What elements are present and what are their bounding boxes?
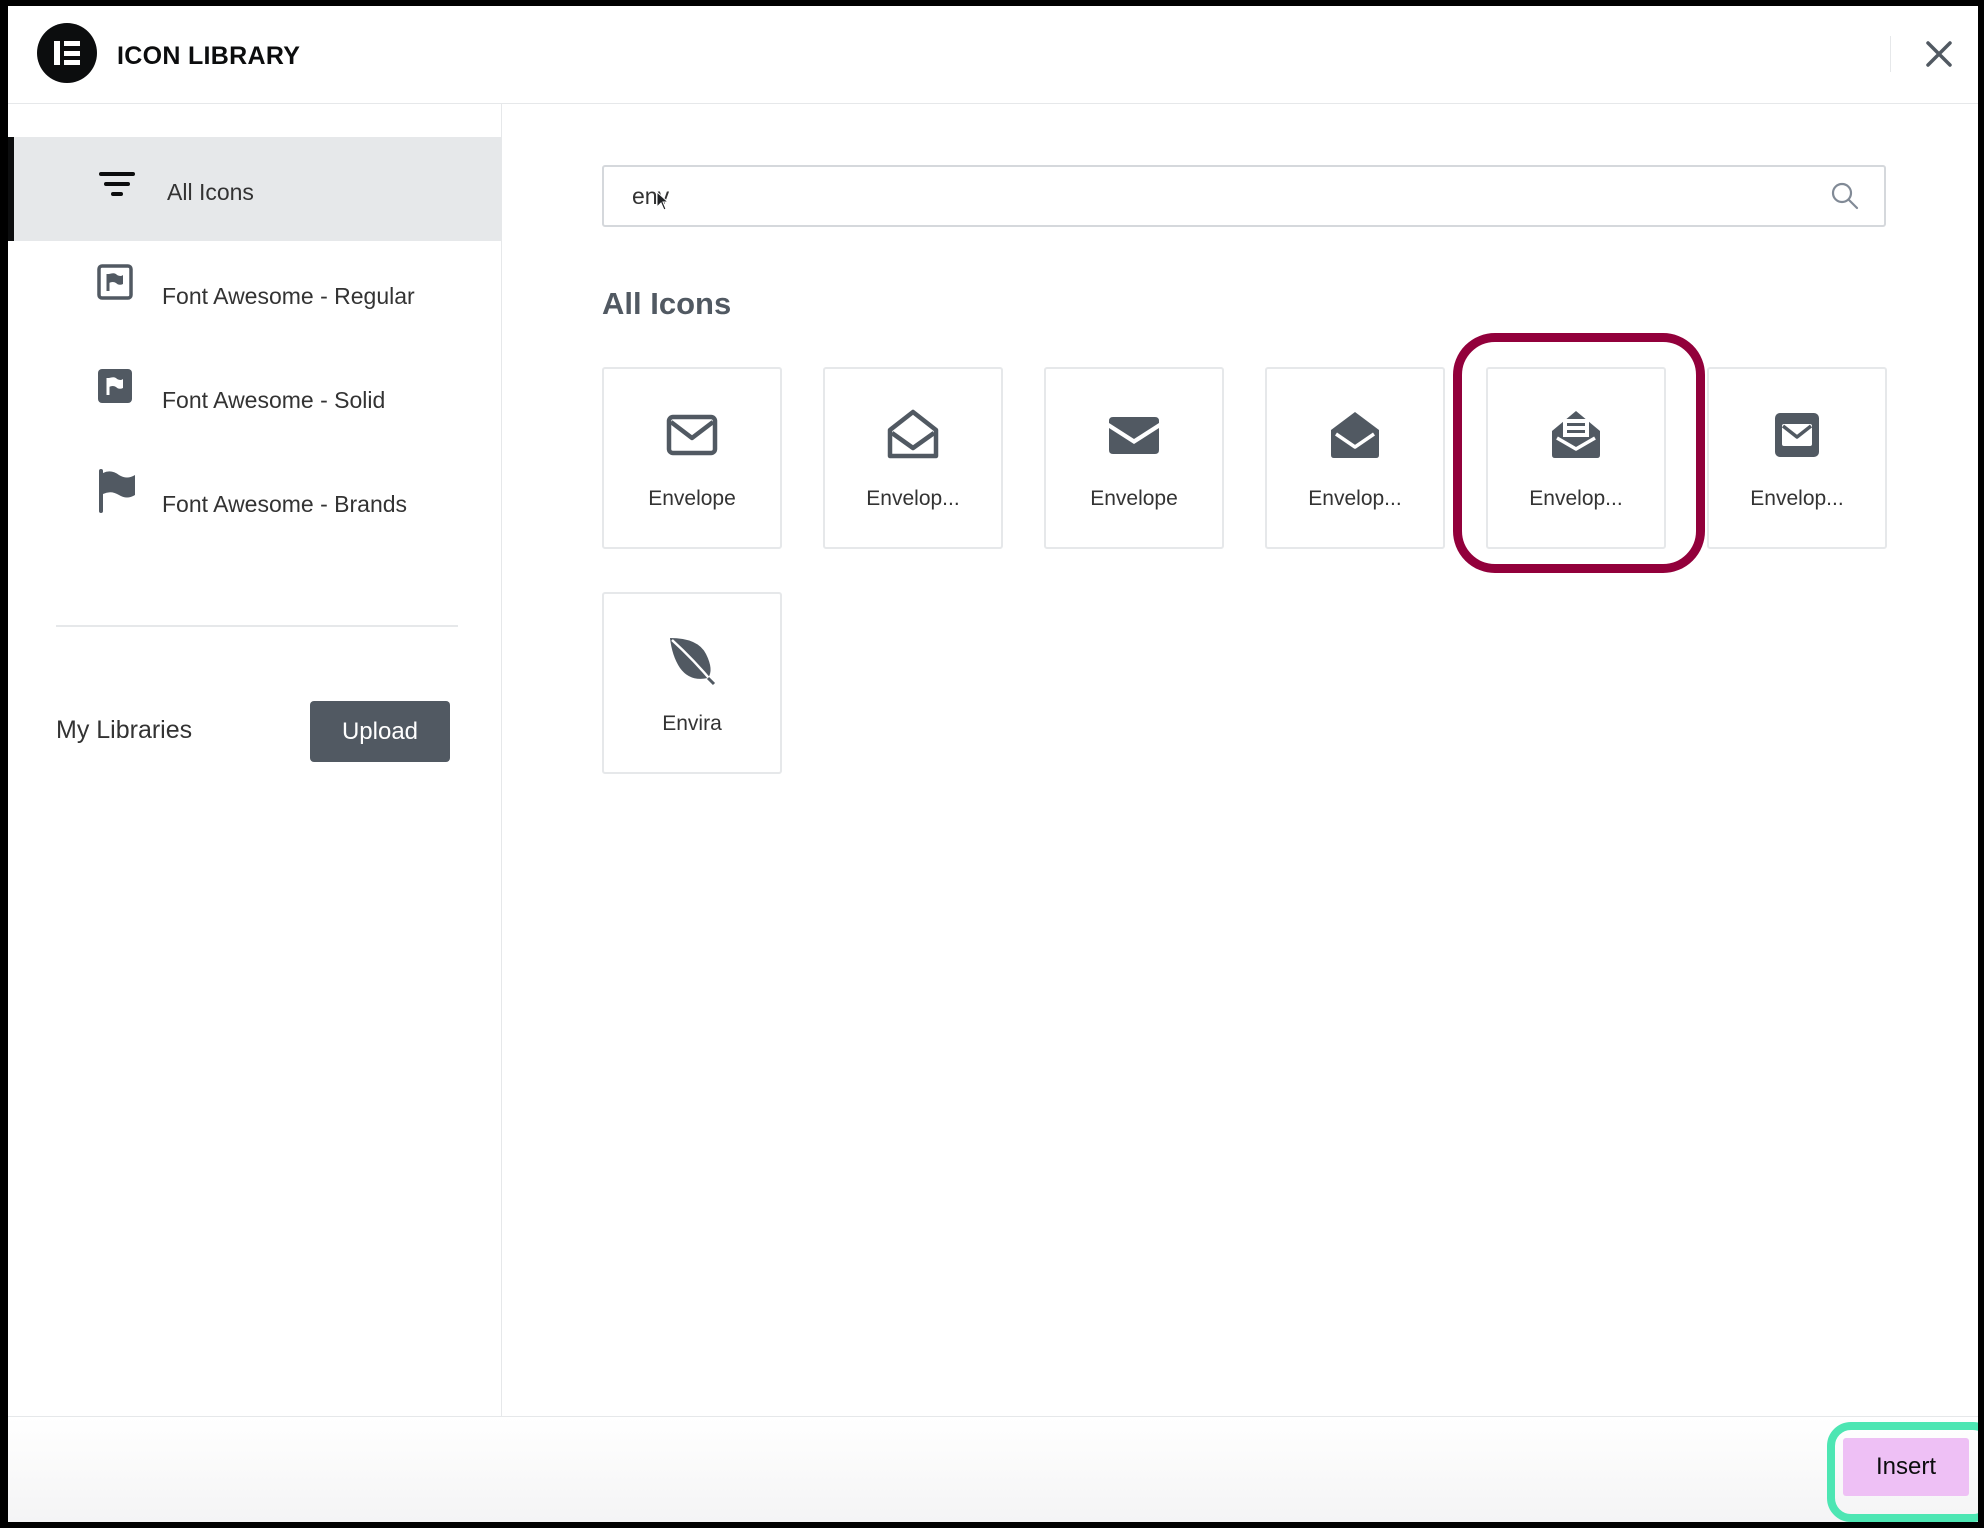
icon-card-label: Envelop...: [866, 487, 960, 510]
icon-card-label: Envelop...: [1750, 487, 1844, 510]
icon-library-modal: ICON LIBRARY All Icons Font Awesome - Re…: [8, 6, 1978, 1522]
my-libraries-label: My Libraries: [56, 716, 193, 744]
envelope-outline-icon: [666, 414, 718, 456]
elementor-logo-icon: [37, 23, 97, 83]
insert-button[interactable]: Insert: [1843, 1438, 1969, 1496]
header-divider: [1890, 36, 1891, 72]
sidebar-divider: [56, 625, 458, 627]
tab-font-awesome-solid[interactable]: Font Awesome - Solid: [8, 345, 501, 449]
flag-outline-icon: [97, 264, 133, 300]
icon-card[interactable]: Envelope: [602, 367, 782, 549]
envelope-solid-icon: [1109, 417, 1159, 454]
icon-card[interactable]: Envelop...: [1707, 367, 1887, 549]
tab-label: Font Awesome - Regular: [162, 283, 415, 309]
search-icon: [1831, 182, 1859, 210]
icon-card-label: Envira: [662, 712, 722, 735]
mouse-cursor-icon: [656, 191, 670, 211]
icon-card[interactable]: Envira: [602, 592, 782, 774]
envelope-open-outline-icon: [887, 409, 939, 459]
icon-card[interactable]: Envelope: [1044, 367, 1224, 549]
filter-lines-icon: [99, 172, 135, 196]
flag-solid-icon: [98, 369, 132, 403]
modal-title: ICON LIBRARY: [117, 42, 301, 70]
envelope-square-icon: [1775, 413, 1819, 457]
icon-card[interactable]: Envelop...: [1265, 367, 1445, 549]
envira-leaf-icon: [670, 638, 716, 686]
icon-card-label: Envelop...: [1308, 487, 1402, 510]
envelope-open-solid-icon: [1331, 412, 1379, 458]
tab-label: Font Awesome - Solid: [162, 387, 386, 413]
icon-card-label: Envelope: [648, 487, 736, 510]
flag-waving-icon: [99, 469, 135, 513]
upload-button[interactable]: Upload: [310, 701, 450, 762]
tab-font-awesome-regular[interactable]: Font Awesome - Regular: [8, 241, 501, 345]
icon-card-label: Envelop...: [1529, 487, 1623, 510]
tab-label: Font Awesome - Brands: [162, 491, 408, 517]
envelope-open-text-icon: [1552, 411, 1600, 458]
modal-header: ICON LIBRARY: [8, 6, 1978, 104]
tab-font-awesome-brands[interactable]: Font Awesome - Brands: [8, 449, 501, 553]
tab-label: All Icons: [167, 179, 254, 205]
icon-card-label: Envelope: [1090, 487, 1178, 510]
section-title: All Icons: [602, 286, 732, 321]
close-icon: [1926, 41, 1952, 67]
icon-card[interactable]: Envelop...: [823, 367, 1003, 549]
search-box: [602, 165, 1886, 227]
tab-all-icons[interactable]: All Icons: [8, 137, 501, 241]
search-input[interactable]: [632, 177, 1812, 215]
icon-card[interactable]: Envelop...: [1486, 367, 1666, 549]
sidebar: All Icons Font Awesome - Regular Font Aw…: [8, 104, 502, 1416]
modal-footer: [8, 1416, 1978, 1522]
close-button[interactable]: [1921, 36, 1957, 72]
